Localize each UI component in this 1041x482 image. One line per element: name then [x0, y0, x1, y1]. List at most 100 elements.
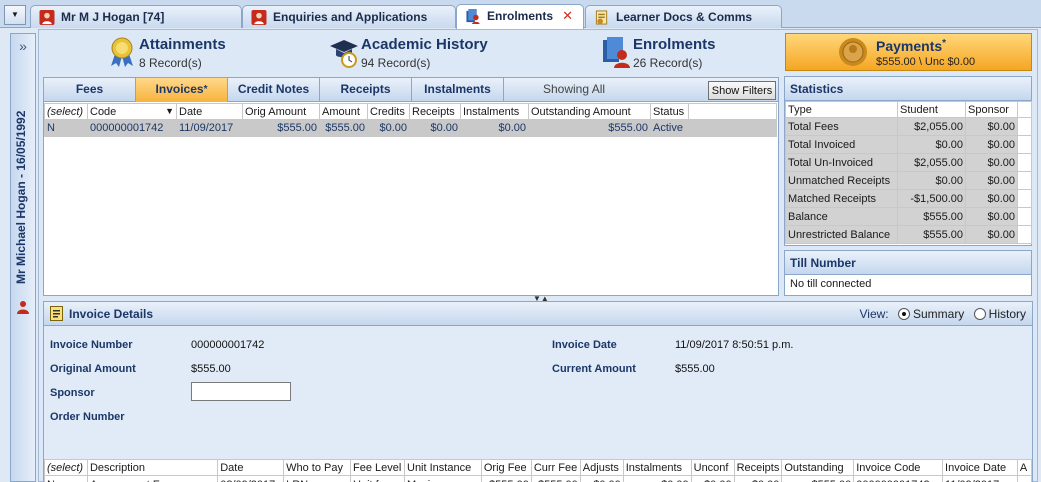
table-cell: $555.00 — [242, 119, 320, 137]
table-cell: $0.00 — [622, 475, 692, 482]
table-cell: $555.00 — [480, 475, 532, 482]
table-cell-blank — [1017, 207, 1032, 226]
view-summary-radio[interactable] — [897, 308, 910, 320]
tab-list-dropdown[interactable]: ▼ — [4, 5, 26, 25]
table-cell: Music — [404, 475, 482, 482]
column-header[interactable]: Description — [86, 459, 219, 476]
table-header-row: (select) Description Date Who to Pay Fee Lev… — [44, 459, 1033, 476]
column-header[interactable]: Invoice Date — [942, 459, 1018, 476]
column-header[interactable]: Credits — [367, 103, 410, 120]
table-cell: $0.00 — [965, 207, 1018, 226]
attainments-title: Attainments — [139, 36, 226, 53]
table-row[interactable]: Matched Receipts -$1,500.00 $0.00 — [785, 189, 1032, 208]
attainments-card[interactable]: Attainments 8 Record(s) — [107, 34, 307, 74]
column-header[interactable]: Code ▼ — [87, 103, 177, 120]
payments-card[interactable]: Payments* $555.00 \ Unc $0.00 — [785, 33, 1032, 71]
table-row[interactable]: N 000000001742 11/09/2017 $555.00 $555.0… — [44, 119, 777, 137]
column-header[interactable]: Unconf — [690, 459, 735, 476]
column-header[interactable]: Date — [217, 459, 285, 476]
column-header-blank — [688, 103, 777, 120]
table-row[interactable]: NAssessment Fee08/09/2017LRNUnit feeMusi… — [44, 475, 1033, 482]
table-cell-blank — [1017, 117, 1032, 136]
column-header[interactable]: Receipts — [733, 459, 783, 476]
column-header[interactable]: (select) — [44, 459, 88, 476]
subtab-receipts[interactable]: Receipts — [320, 78, 412, 102]
column-header[interactable]: Invoice Code — [853, 459, 944, 476]
column-header[interactable]: A — [1016, 459, 1033, 476]
tab-label: Enrolments — [487, 9, 554, 23]
tab-learner-docs[interactable]: Learner Docs & Comms — [585, 5, 782, 28]
statistics-table: Type Student Sponsor Total Fees $2,055.00… — [785, 101, 1032, 244]
tab-enquiries[interactable]: Enquiries and Applications — [242, 5, 456, 28]
table-cell: Assessment Fee — [86, 475, 219, 482]
tab-enrolments[interactable]: Enrolments ✕ — [456, 4, 584, 29]
enrolments-title: Enrolments — [633, 36, 716, 53]
table-row[interactable]: Total Fees $2,055.00 $0.00 — [785, 117, 1032, 136]
table-row[interactable]: Balance $555.00 $0.00 — [785, 207, 1032, 226]
column-header[interactable]: Curr Fee — [530, 459, 581, 476]
column-header[interactable]: Orig Fee — [480, 459, 532, 476]
statistics-title: Statistics — [785, 77, 1031, 101]
table-cell: Active — [650, 119, 689, 137]
close-tab-icon[interactable]: ✕ — [562, 5, 573, 27]
column-header[interactable]: Orig Amount — [242, 103, 320, 120]
table-cell: $0.00 — [965, 135, 1018, 154]
show-filters-button[interactable]: Show Filters — [708, 81, 776, 100]
sponsor-input[interactable] — [191, 382, 291, 401]
column-header[interactable]: Instalments — [622, 459, 692, 476]
column-header[interactable]: Instalments — [460, 103, 529, 120]
learner-side-strip[interactable]: » Mr Michael Hogan - 16/05/1992 — [10, 33, 36, 482]
enrolments-content: Attainments 8 Record(s) Academic History… — [38, 29, 1038, 482]
subtab-fees[interactable]: Fees — [44, 78, 136, 102]
subtab-credit-notes[interactable]: Credit Notes — [228, 78, 320, 102]
table-row[interactable]: Total Un-Invoiced $2,055.00 $0.00 — [785, 153, 1032, 172]
table-cell: Unrestricted Balance — [785, 225, 898, 244]
view-history-radio[interactable] — [973, 308, 986, 320]
table-cell: $2,055.00 — [897, 117, 966, 136]
table-row[interactable]: Unrestricted Balance $555.00 $0.00 — [785, 225, 1032, 244]
column-header[interactable]: Adjusts — [579, 459, 624, 476]
view-summary-label[interactable]: Summary — [913, 307, 964, 321]
column-header[interactable]: Date — [176, 103, 243, 120]
table-cell: Unit fee — [350, 475, 405, 482]
expand-chevron-icon[interactable]: » — [11, 38, 35, 54]
person-icon — [39, 10, 55, 25]
learner-name-vertical: Mr Michael Hogan - 16/05/1992 — [14, 110, 28, 284]
table-cell: Total Invoiced — [785, 135, 898, 154]
academic-history-card[interactable]: Academic History 94 Record(s) — [329, 34, 529, 74]
column-header[interactable]: Outstanding Amount — [528, 103, 651, 120]
current-amount-value: $555.00 — [675, 363, 715, 375]
documents-icon — [595, 10, 608, 25]
subtab-invoices[interactable]: Invoices* — [136, 78, 228, 102]
table-cell: Matched Receipts — [785, 189, 898, 208]
column-header[interactable]: Unit Instance — [404, 459, 482, 476]
table-row[interactable]: Total Invoiced $0.00 $0.00 — [785, 135, 1032, 154]
column-header[interactable]: (select) — [44, 103, 88, 120]
table-cell: 11/09/2017 — [176, 119, 243, 137]
tab-label: Learner Docs & Comms — [616, 10, 753, 24]
order-number-label: Order Number — [50, 411, 125, 423]
subtab-instalments[interactable]: Instalments — [412, 78, 504, 102]
table-cell: $0.00 — [965, 171, 1018, 190]
table-cell-blank — [1017, 135, 1032, 154]
column-header[interactable]: Receipts — [409, 103, 461, 120]
table-cell: -$1,500.00 — [897, 189, 966, 208]
column-header[interactable]: Status — [650, 103, 689, 120]
table-cell: $0.00 — [733, 475, 783, 482]
invoices-panel: Fees Invoices* Credit Notes Receipts Ins… — [43, 77, 779, 296]
till-number-title: Till Number — [785, 251, 1031, 275]
statistics-panel: Statistics Type Student Sponsor Total Fe… — [784, 76, 1032, 246]
tab-learner[interactable]: Mr M J Hogan [74] — [30, 5, 242, 28]
table-cell: $0.00 — [367, 119, 410, 137]
column-header[interactable]: Outstanding — [781, 459, 855, 476]
view-history-label[interactable]: History — [989, 307, 1026, 321]
column-header[interactable]: Who to Pay — [283, 459, 352, 476]
enrolments-card[interactable]: Enrolments 26 Record(s) — [601, 34, 781, 74]
column-header[interactable]: Fee Level — [350, 459, 405, 476]
table-cell: 11/09/2017 — [942, 475, 1018, 482]
enrolment-icon — [466, 9, 480, 24]
view-label: View: — [859, 307, 889, 321]
table-cell: $555.00 — [781, 475, 855, 482]
table-row[interactable]: Unmatched Receipts $0.00 $0.00 — [785, 171, 1032, 190]
column-header[interactable]: Amount — [319, 103, 368, 120]
